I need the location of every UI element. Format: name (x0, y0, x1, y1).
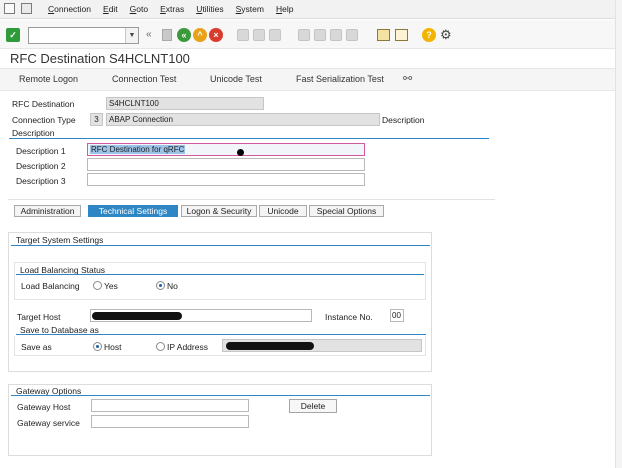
target-system-title: Target System Settings (16, 235, 104, 245)
menu-system[interactable]: System (236, 4, 264, 14)
glasses-icon[interactable]: ⚯ (403, 72, 412, 85)
tab-unicode[interactable]: Unicode (259, 205, 307, 217)
exit-icon[interactable]: ^ (193, 28, 207, 42)
find-icon[interactable] (253, 29, 265, 41)
back-icon[interactable]: « (177, 28, 191, 42)
fast-serialization-test-button[interactable]: Fast Serialization Test (296, 74, 384, 84)
help-icon[interactable]: ? (422, 28, 436, 42)
connection-type-code[interactable]: 3 (90, 113, 103, 126)
connection-type-description-label: Description (382, 115, 425, 125)
description-group-title: Description (12, 128, 55, 138)
tab-special-options[interactable]: Special Options (309, 205, 384, 217)
menu-help[interactable]: Help (276, 4, 293, 14)
gateway-service-input[interactable] (91, 415, 249, 428)
tab-logon-security[interactable]: Logon & Security (181, 205, 257, 217)
description2-label: Description 2 (16, 161, 66, 171)
rfc-destination-field[interactable]: S4HCLNT100 (106, 97, 264, 110)
page-title: RFC Destination S4HCLNT100 (10, 51, 190, 66)
gateway-host-label: Gateway Host (17, 402, 71, 412)
print-icon[interactable] (237, 29, 249, 41)
tab-technical-settings[interactable]: Technical Settings (88, 205, 178, 217)
menu-bar: Connection Edit Goto Extras Utilities Sy… (0, 0, 622, 19)
gear-icon[interactable]: ⚙ (440, 27, 452, 43)
connection-test-button[interactable]: Connection Test (112, 74, 176, 84)
next-page-icon[interactable] (330, 29, 342, 41)
load-balancing-yes-radio[interactable] (93, 281, 102, 290)
connection-type-field: ABAP Connection (106, 113, 380, 126)
window-menu-icon[interactable] (4, 3, 15, 14)
menu-goto[interactable]: Goto (130, 4, 148, 14)
description3-label: Description 3 (16, 176, 66, 186)
load-balancing-label: Load Balancing (21, 281, 80, 291)
unicode-test-button[interactable]: Unicode Test (210, 74, 262, 84)
menu-edit[interactable]: Edit (103, 4, 118, 14)
last-page-icon[interactable] (346, 29, 358, 41)
save-as-ip-radio[interactable] (156, 342, 165, 351)
new-session-icon[interactable] (377, 29, 390, 41)
menu-connection[interactable]: Connection (48, 4, 91, 14)
target-system-divider (11, 245, 430, 246)
target-host-label: Target Host (17, 312, 61, 322)
load-balancing-divider (16, 274, 424, 275)
redacted-target-host (92, 312, 182, 320)
window-edge (615, 0, 622, 468)
remote-logon-button[interactable]: Remote Logon (19, 74, 78, 84)
instance-no-input[interactable]: 00 (390, 309, 404, 322)
gateway-host-input[interactable] (91, 399, 249, 412)
enter-check-icon[interactable]: ✓ (6, 28, 20, 42)
system-menu-icon[interactable] (21, 3, 32, 14)
menu-utilities[interactable]: Utilities (196, 4, 223, 14)
connection-type-label: Connection Type (12, 115, 76, 125)
load-balancing-no-radio[interactable] (156, 281, 165, 290)
description2-input[interactable] (87, 158, 365, 171)
load-balancing-yes-label: Yes (104, 281, 118, 291)
redacted-save-host (226, 342, 314, 350)
description3-input[interactable] (87, 173, 365, 186)
delete-button[interactable]: Delete (289, 399, 337, 413)
mouse-cursor-icon (237, 149, 244, 156)
description1-input[interactable]: RFC Destination for qRFC (87, 143, 365, 156)
rfc-destination-label: RFC Destination (12, 99, 75, 109)
command-field[interactable]: ▼ (28, 27, 139, 44)
save-as-ip-label: IP Address (167, 342, 208, 352)
command-history-icon[interactable]: « (146, 29, 160, 41)
find-next-icon[interactable] (269, 29, 281, 41)
tab-administration[interactable]: Administration (14, 205, 81, 217)
menu-extras[interactable]: Extras (160, 4, 184, 14)
first-page-icon[interactable] (298, 29, 310, 41)
description1-label: Description 1 (16, 146, 66, 156)
previous-page-icon[interactable] (314, 29, 326, 41)
description-group-divider (9, 138, 489, 139)
description1-value: RFC Destination for qRFC (90, 145, 186, 154)
save-as-host-radio[interactable] (93, 342, 102, 351)
chevron-down-icon[interactable]: ▼ (125, 28, 138, 43)
save-to-database-divider (16, 334, 426, 335)
gateway-divider (11, 395, 430, 396)
save-as-label: Save as (21, 342, 52, 352)
save-icon[interactable] (162, 29, 172, 41)
save-as-host-label: Host (104, 342, 122, 352)
load-balancing-no-label: No (167, 281, 178, 291)
instance-no-label: Instance No. (325, 312, 373, 322)
gateway-service-label: Gateway service (17, 418, 80, 428)
cancel-icon[interactable]: × (209, 28, 223, 42)
shortcut-icon[interactable] (395, 29, 408, 41)
